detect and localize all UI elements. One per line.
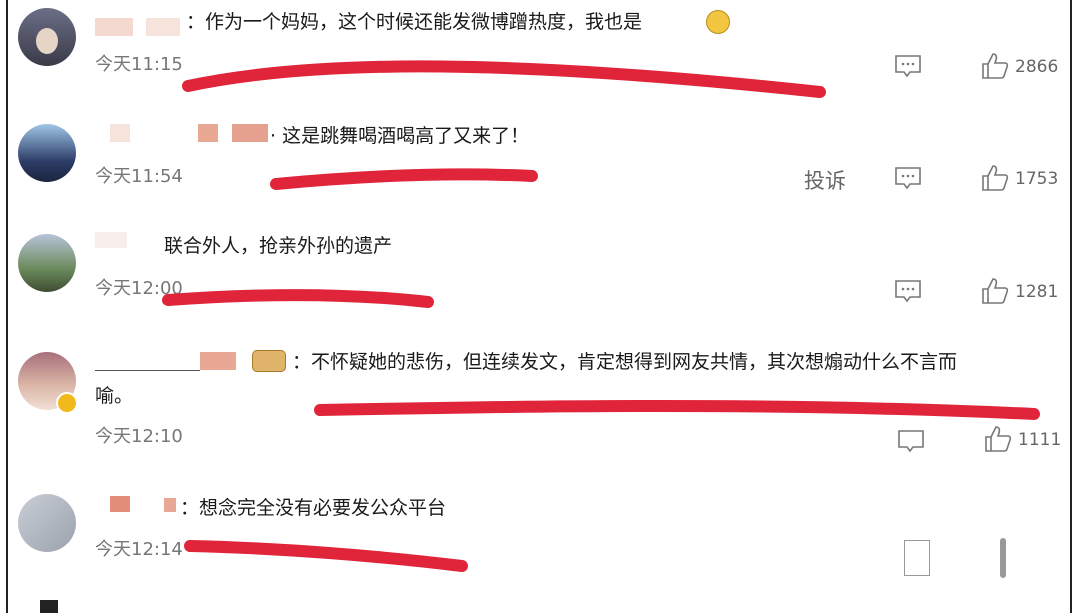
thumb-up-icon[interactable] [980, 163, 1010, 193]
thumb-up-icon[interactable] [983, 424, 1013, 454]
comment-icon[interactable] [896, 426, 926, 456]
like-count: 2866 [1015, 57, 1059, 77]
username-mosaic [200, 352, 236, 370]
username-mosaic [164, 498, 176, 512]
comment-icon[interactable] [893, 276, 923, 306]
screenshot-frame [6, 0, 1072, 613]
comment-time: 今天12:10 [95, 426, 183, 447]
username-underline[interactable] [95, 370, 200, 371]
report-button[interactable]: 投诉 [804, 165, 846, 195]
thumb-up-icon[interactable] [1000, 538, 1006, 578]
comment-time: 今天12:00 [95, 278, 183, 299]
comment-time: 今天12:14 [95, 539, 183, 560]
comment-text: ：不怀疑她的悲伤，但连续发文，肯定想得到网友共情，其次想煽动什么不言而 [292, 351, 958, 373]
like-count: 1281 [1015, 282, 1059, 302]
emoji-icon [252, 350, 286, 372]
verified-badge-icon [56, 392, 78, 414]
comment-time: 今天11:15 [95, 54, 183, 75]
comment-text: 喻。 [95, 385, 134, 407]
avatar[interactable] [18, 8, 76, 66]
like-count: 1753 [1015, 169, 1059, 189]
username-mosaic[interactable] [110, 124, 130, 142]
comment-text: 联合外人，抢亲外孙的遗产 [164, 235, 393, 257]
username-mosaic[interactable] [95, 18, 133, 36]
comment-time: 今天11:54 [95, 166, 183, 187]
username-mosaic[interactable] [110, 496, 130, 512]
username-mosaic [198, 124, 218, 142]
next-comment-partial [40, 600, 58, 613]
comment-icon[interactable] [893, 163, 923, 193]
comment-text: ：想念完全没有必要发公众平台 [180, 497, 447, 519]
comment-icon[interactable] [893, 51, 923, 81]
avatar[interactable] [18, 494, 76, 552]
username-mosaic [232, 124, 268, 142]
like-count: 1111 [1018, 430, 1062, 450]
thumb-up-icon[interactable] [980, 51, 1010, 81]
emoji-icon [706, 10, 730, 34]
comment-icon[interactable] [904, 540, 930, 576]
avatar[interactable] [18, 124, 76, 182]
avatar[interactable] [18, 234, 76, 292]
thumb-up-icon[interactable] [980, 276, 1010, 306]
comment-text: · 这是跳舞喝酒喝高了又来了！ [270, 125, 530, 147]
comment-text: ：作为一个妈妈，这个时候还能发微博蹭热度，我也是 [186, 11, 643, 33]
username-mosaic [146, 18, 180, 36]
username-mosaic[interactable] [95, 232, 127, 248]
